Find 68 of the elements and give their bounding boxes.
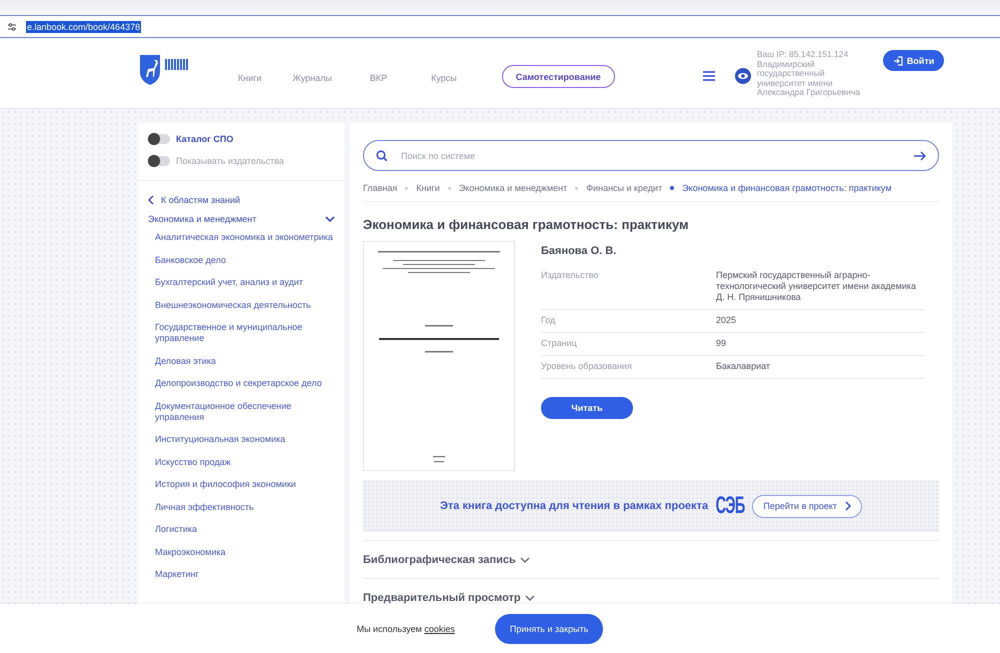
nav-link[interactable]: Книги [238, 73, 262, 83]
address-bar[interactable]: e.lanbook.com/book/464378 [0, 15, 1000, 38]
subcategory-link[interactable]: Документационное обеспечение управления [155, 400, 337, 422]
nav-link[interactable]: Курсы [431, 73, 457, 83]
cookies-link[interactable]: cookies [424, 624, 455, 634]
book-author: Баянова О. В. [541, 245, 618, 257]
toggle-label: Показывать издательства [176, 156, 284, 166]
arrow-right-icon[interactable] [914, 150, 926, 162]
detail-value: 2025 [716, 315, 738, 326]
site-settings-icon[interactable] [8, 22, 17, 30]
chevron-down-icon[interactable] [325, 216, 335, 222]
banner-text: Эта книга доступна для чтения в рамках проекта [440, 500, 708, 512]
subcategory-link[interactable]: Личная эффективность [155, 502, 337, 512]
category-item[interactable]: Экономика и менеджмент [148, 214, 335, 224]
project-button[interactable]: Перейти в проект [752, 494, 862, 518]
breadcrumb-link[interactable]: Книги [416, 183, 440, 193]
toggle-label: Каталог СПО [176, 134, 234, 144]
breadcrumb-link[interactable]: Экономика и менеджмент [458, 183, 568, 193]
toggle-switch[interactable] [148, 134, 170, 144]
eye-icon[interactable] [734, 68, 751, 84]
search-field[interactable]: Поиск по системе [363, 140, 939, 171]
book-title: Экономика и финансовая грамотность: практикум [363, 217, 690, 232]
accordion-header[interactable]: Предварительный просмотр [363, 592, 535, 604]
url-text: e.lanbook.com/book/464378 [26, 20, 142, 32]
breadcrumb-link[interactable]: Финансы и кредит [586, 183, 662, 193]
search-input[interactable]: Поиск по системе [399, 150, 902, 162]
nav-link[interactable]: Журналы [292, 73, 332, 83]
accordion-header[interactable]: Библиографическая запись [363, 554, 530, 566]
subcategory-link[interactable]: История и философия экономики [155, 479, 337, 490]
detail-value: Пермский государственный аграрно-технологический университет имени академика Д. Н. Прянишникова [716, 270, 918, 303]
subcategory-link[interactable]: Институциональная экономика [155, 434, 337, 445]
subcategory-link[interactable]: Банковское дело [155, 254, 337, 266]
chevron-left-icon [148, 195, 154, 205]
nav-link[interactable]: ВКР [370, 73, 388, 83]
detail-label: Уровень образования [541, 361, 633, 372]
login-button[interactable]: Войти [882, 50, 944, 71]
project-logo: СЭБ [716, 492, 745, 520]
detail-label: Издательство [541, 270, 600, 282]
detail-label: Год [541, 315, 556, 326]
self-test-button[interactable]: Самотестирование [502, 65, 615, 88]
ip-address: Ваш IP: 85.142.151.124 [756, 50, 850, 60]
search-icon [376, 150, 387, 161]
subcategory-link[interactable]: Внешнеэкономическая деятельность [155, 300, 337, 310]
subcategory-link[interactable]: Бухгалтерский учет, анализ и аудит [155, 277, 337, 288]
subcategory-link[interactable]: Макроэкономика [155, 546, 337, 558]
category-label: Экономика и менеджмент [148, 214, 256, 224]
login-icon [892, 56, 903, 66]
back-link[interactable]: К областям знаний [148, 195, 335, 205]
subcategory-link[interactable]: Государственное и муниципальное управление [155, 322, 337, 344]
subcategory-link[interactable]: Делопроизводство и секретарское дело [155, 378, 337, 389]
read-button[interactable]: Читать [541, 397, 633, 419]
detail-value: 99 [716, 338, 728, 349]
book-cover-drawing[interactable] [363, 241, 515, 471]
accept-cookies-button[interactable]: Принять и закрыть [494, 614, 604, 644]
detail-value: Бакалавриат [716, 361, 772, 372]
subcategory-link[interactable]: Аналитическая экономика и эконометрика [155, 232, 337, 243]
breadcrumb-link[interactable]: Экономика и финансовая грамотность: практикум [682, 183, 892, 193]
subcategory-link[interactable]: Маркетинг [155, 569, 337, 580]
breadcrumb-link[interactable]: Главная [363, 183, 398, 193]
subcategory-link[interactable]: Логистика [155, 524, 337, 535]
logo-drawing[interactable] [138, 53, 190, 85]
cookie-notice: Мы используем cookies [356, 624, 455, 634]
detail-label: Страниц [541, 338, 578, 349]
menu-icon[interactable] [702, 71, 715, 81]
subcategory-link[interactable]: Деловая этика [155, 356, 337, 366]
subcategory-link[interactable]: Искусство продаж [155, 456, 337, 468]
chevron-right-icon [844, 501, 851, 511]
institution-name: Владимирский государственный университет имени Александра Григорьевича [756, 60, 861, 98]
